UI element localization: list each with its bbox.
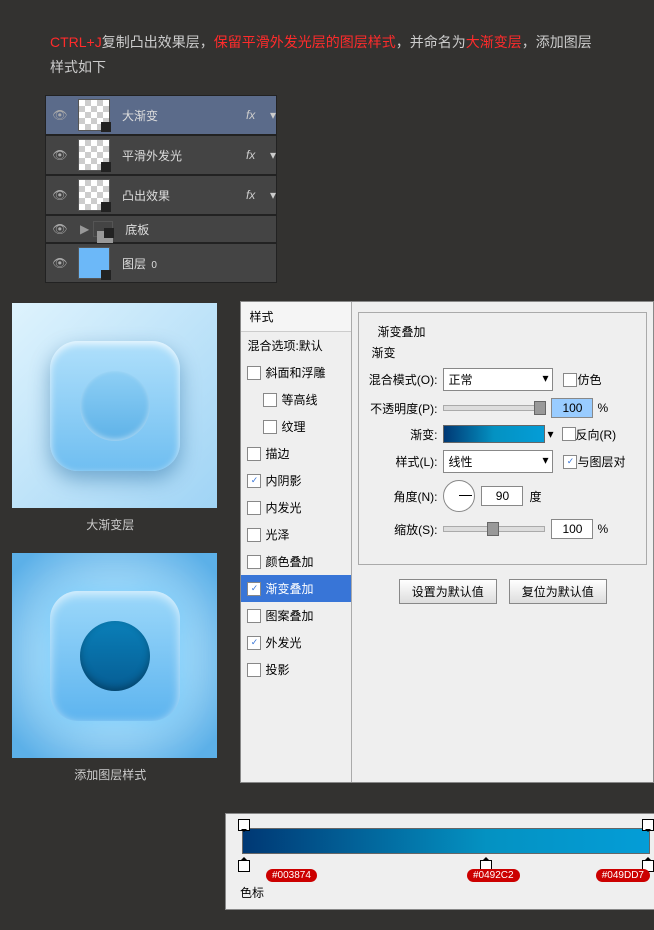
checkbox[interactable] [247,663,261,677]
style-inner-shadow[interactable]: ✓内阴影 [241,467,351,494]
scale-slider[interactable] [443,526,545,532]
reset-default-button[interactable]: 复位为默认值 [509,579,607,604]
style-color-overlay[interactable]: 颜色叠加 [241,548,351,575]
layer-row[interactable]: 👁 图层 0 [45,243,277,283]
layers-panel: 👁 大渐变 fx▾ 👁 平滑外发光 fx▾ 👁 凸出效果 fx▾ 👁 ▶ 底板 … [45,95,277,283]
style-contour[interactable]: 等高线 [241,386,351,413]
scale-label: 缩放(S): [367,521,437,538]
layer-name[interactable]: 大渐变 [114,107,246,124]
visibility-icon[interactable]: 👁 [46,256,74,270]
layer-name[interactable]: 底板 [117,221,276,238]
checkbox[interactable]: ✓ [247,636,261,650]
style-list: 样式 混合选项:默认 斜面和浮雕 等高线 纹理 描边 ✓内阴影 内发光 光泽 颜… [241,302,352,782]
layer-name[interactable]: 平滑外发光 [114,147,246,164]
style-pattern-overlay[interactable]: 图案叠加 [241,602,351,629]
color-tag: #049DD7 [596,869,650,882]
gradient-overlay-panel: 渐变叠加 渐变 混合模式(O):正常▾仿色 不透明度(P):100% 渐变:▾反… [352,302,653,782]
gradient-picker[interactable] [443,425,545,443]
layer-thumb[interactable] [78,99,110,131]
angle-dial[interactable] [443,480,475,512]
visibility-icon[interactable]: 👁 [46,188,74,202]
style-texture[interactable]: 纹理 [241,413,351,440]
gradient-editor: #003874 #0492C2 #049DD7 色标 [225,813,654,910]
blend-options[interactable]: 混合选项:默认 [241,332,351,359]
checkbox[interactable] [247,555,261,569]
fx-icon[interactable]: fx [246,148,270,162]
checkbox[interactable] [247,609,261,623]
checkbox[interactable] [247,447,261,461]
chevron-down-icon[interactable]: ▾ [270,188,276,202]
opacity-input[interactable]: 100 [551,398,593,418]
layer-thumb[interactable] [78,247,110,279]
chevron-down-icon[interactable]: ▾ [547,427,553,441]
angle-label: 角度(N): [367,488,437,505]
fx-icon[interactable]: fx [246,188,270,202]
instruction-text: CTRL+J复制凸出效果层，保留平滑外发光层的图层样式，并命名为大渐变层，添加图… [0,0,654,95]
preview-image [12,303,217,508]
opacity-stop[interactable] [238,819,250,831]
visibility-icon[interactable]: 👁 [46,148,74,162]
layer-row[interactable]: 👁 大渐变 fx▾ [45,95,277,135]
chevron-down-icon[interactable]: ▾ [270,108,276,122]
preview-caption: 添加图层样式 [0,766,220,783]
chevron-down-icon: ▾ [542,371,548,388]
opacity-slider[interactable] [443,405,545,411]
chevron-down-icon: ▾ [542,453,548,470]
style-outer-glow[interactable]: ✓外发光 [241,629,351,656]
checkbox[interactable] [263,393,277,407]
layer-thumb[interactable] [78,139,110,171]
preview-caption: 大渐变层 [0,516,220,533]
expand-icon[interactable]: ▶ [80,222,89,236]
make-default-button[interactable]: 设置为默认值 [399,579,497,604]
align-checkbox[interactable]: ✓ [563,455,577,469]
color-stop[interactable] [238,860,250,872]
gradient-bar[interactable] [242,828,650,854]
layer-name[interactable]: 图层 0 [114,255,276,272]
layer-row[interactable]: 👁 ▶ 底板 [45,215,277,243]
styles-header: 样式 [241,302,351,332]
opacity-stop[interactable] [642,819,654,831]
style-satin[interactable]: 光泽 [241,521,351,548]
color-tag: #0492C2 [467,869,520,882]
visibility-icon[interactable]: 👁 [46,108,74,122]
checkbox[interactable] [247,366,261,380]
layer-row[interactable]: 👁 平滑外发光 fx▾ [45,135,277,175]
visibility-icon[interactable]: 👁 [46,222,74,236]
blend-mode-select[interactable]: 正常▾ [443,368,553,391]
folder-icon[interactable] [93,221,113,237]
opacity-label: 不透明度(P): [367,400,437,417]
inner-title: 渐变 [371,344,638,361]
gradient-label: 渐变: [367,426,437,443]
dither-checkbox[interactable] [563,373,577,387]
checkbox[interactable]: ✓ [247,582,261,596]
style-stroke[interactable]: 描边 [241,440,351,467]
layer-row[interactable]: 👁 凸出效果 fx▾ [45,175,277,215]
style-bevel[interactable]: 斜面和浮雕 [241,359,351,386]
angle-input[interactable]: 90 [481,486,523,506]
fx-icon[interactable]: fx [246,108,270,122]
style-gradient-overlay[interactable]: ✓渐变叠加 [241,575,351,602]
style-select[interactable]: 线性▾ [443,450,553,473]
layer-thumb[interactable] [78,179,110,211]
layer-style-dialog: 样式 混合选项:默认 斜面和浮雕 等高线 纹理 描边 ✓内阴影 内发光 光泽 颜… [240,301,654,783]
chevron-down-icon[interactable]: ▾ [270,148,276,162]
group-title: 渐变叠加 [373,323,429,340]
checkbox[interactable] [247,528,261,542]
scale-input[interactable]: 100 [551,519,593,539]
checkbox[interactable] [263,420,277,434]
reverse-checkbox[interactable] [562,427,576,441]
style-label: 样式(L): [367,453,437,470]
color-tag: #003874 [266,869,317,882]
style-drop-shadow[interactable]: 投影 [241,656,351,683]
style-inner-glow[interactable]: 内发光 [241,494,351,521]
checkbox[interactable] [247,501,261,515]
layer-name[interactable]: 凸出效果 [114,187,246,204]
blend-mode-label: 混合模式(O): [367,371,437,388]
preview-image [12,553,217,758]
checkbox[interactable]: ✓ [247,474,261,488]
